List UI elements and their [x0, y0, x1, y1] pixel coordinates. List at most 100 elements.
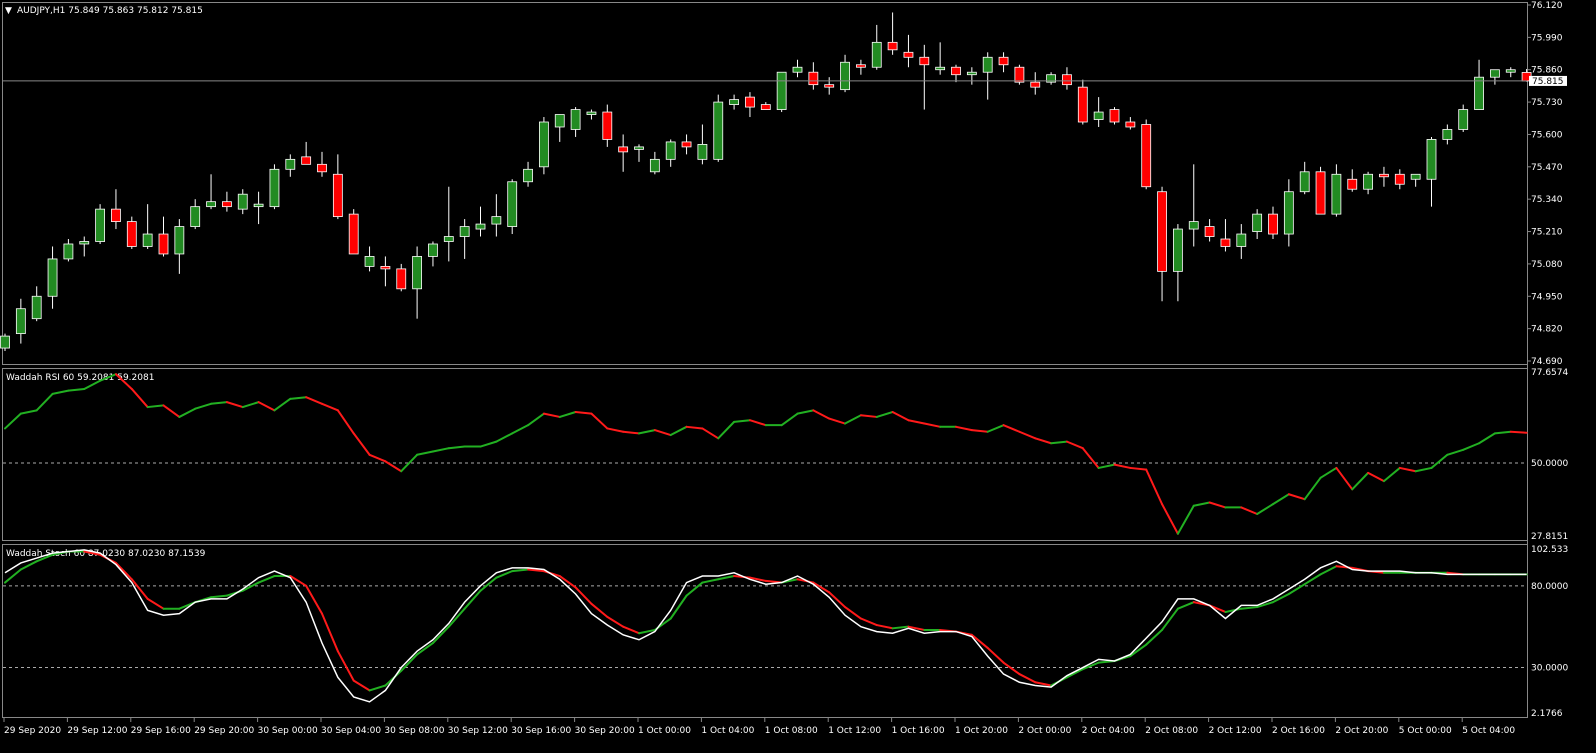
rsi-segment [479, 440, 498, 448]
rsi-pane-frame [2, 368, 1528, 541]
stoch-main-line [4, 549, 1527, 703]
candle-body [15, 308, 26, 335]
candle-body [634, 146, 644, 150]
stoch-signal-segment [685, 581, 704, 597]
stoch-signal-segment [1176, 601, 1195, 610]
stoch-signal-segment [368, 684, 387, 692]
time-tick-label: 29 Sep 16:00 [131, 726, 191, 736]
rsi-segment [1050, 440, 1068, 445]
rsi-segment [1398, 466, 1417, 473]
price-tick-label: 75.860 [1531, 66, 1563, 76]
stoch-signal-segment [622, 625, 640, 635]
candle-body [237, 193, 248, 210]
stoch-pane-frame [2, 544, 1528, 718]
rsi-layer [3, 373, 1528, 535]
price-tick-label: 76.120 [1531, 1, 1563, 11]
candle-body [539, 121, 549, 168]
candle-body [443, 236, 454, 242]
time-tick-label: 1 Oct 04:00 [701, 726, 754, 736]
stoch-signal-segment [1303, 573, 1322, 586]
time-tick-label: 2 Oct 00:00 [1018, 726, 1071, 736]
candle-body [1505, 69, 1516, 73]
collapse-triangle-icon[interactable]: ▼ [5, 6, 12, 16]
rsi-segment [1018, 430, 1037, 440]
rsi-segment [416, 450, 434, 456]
rsi-segment [257, 401, 276, 412]
rsi-segment [1478, 432, 1496, 445]
candle-body [681, 141, 692, 148]
rsi-segment [907, 419, 926, 425]
rsi-segment [1272, 493, 1290, 506]
rsi-segment [146, 404, 165, 409]
rsi-segment [717, 420, 736, 440]
candle-body [1093, 111, 1104, 120]
stoch-signal-segment [859, 617, 878, 627]
candle-body [412, 256, 423, 290]
rsi-segment [1303, 476, 1322, 501]
candle-body [586, 111, 597, 115]
candle-body [951, 66, 961, 76]
candle-body [380, 265, 391, 270]
rsi-segment [1161, 503, 1179, 535]
candle-body [523, 168, 533, 183]
rsi-axis: 77.6574 50.0000 27.8151 [1531, 368, 1568, 542]
rsi-segment [400, 453, 419, 473]
candle-body [776, 71, 787, 110]
candle-body [301, 156, 312, 165]
rsi-segment [1446, 448, 1465, 456]
time-tick-label: 30 Sep 00:00 [258, 726, 318, 736]
rsi-segment [194, 402, 213, 410]
rsi-segment [336, 409, 355, 435]
rsi-segment [511, 424, 530, 435]
symbol-info: AUDJPY,H1 75.849 75.863 75.812 75.815 [17, 6, 203, 16]
candle-body [63, 243, 74, 260]
rsi-segment [1145, 468, 1164, 506]
rsi-segment [241, 401, 260, 409]
time-axis: 29 Sep 2020 29 Sep 12:00 29 Sep 16:00 29 Se… [3, 718, 1515, 736]
candle-body [0, 335, 10, 349]
price-tick-label: 75.470 [1531, 163, 1563, 173]
candle-body [1474, 76, 1484, 110]
rsi-segment [321, 402, 339, 412]
rsi-segment [1208, 501, 1227, 509]
candle-body [602, 111, 613, 140]
candle-body [554, 114, 565, 128]
rsi-segment [1065, 440, 1084, 450]
rsi-segment [1176, 504, 1195, 535]
candle-body [174, 226, 185, 255]
candle-body [856, 64, 866, 68]
candle-body [1125, 121, 1136, 128]
candle-body [1299, 171, 1310, 193]
rsi-segment [368, 453, 387, 463]
candle-body [221, 201, 232, 208]
time-tick-label: 30 Sep 16:00 [511, 726, 571, 736]
candle-body [1204, 226, 1215, 237]
rsi-segment [130, 387, 149, 409]
stoch-signal-segment [1065, 668, 1084, 679]
stoch-tick-label: 102.533 [1531, 545, 1568, 555]
rsi-segment [1129, 466, 1148, 471]
candle-body [649, 158, 660, 173]
candle-body [840, 61, 850, 91]
candle-body [1331, 173, 1342, 215]
candle-body [1315, 171, 1326, 215]
rsi-segment [1382, 466, 1401, 483]
time-tick-label: 30 Sep 04:00 [321, 726, 381, 736]
rsi-tick-label: 77.6574 [1531, 368, 1568, 378]
stoch-signal-segment [431, 625, 450, 645]
candle-body [697, 144, 708, 160]
candle-body [935, 66, 946, 71]
time-tick-label: 1 Oct 00:00 [638, 726, 691, 736]
candle-body [1014, 66, 1025, 83]
stoch-signal-segment [717, 575, 736, 581]
time-tick-label: 30 Sep 08:00 [384, 726, 444, 736]
stoch-signal-segment [321, 612, 339, 653]
time-tick-label: 2 Oct 08:00 [1145, 726, 1198, 736]
trading-chart[interactable]: ▼ AUDJPY,H1 75.849 75.863 75.812 75.815 … [0, 0, 1596, 753]
price-tick-label: 75.600 [1531, 130, 1563, 140]
rsi-segment [844, 414, 862, 425]
rsi-segment [1493, 430, 1512, 435]
candle-body [285, 158, 296, 170]
rsi-segment [622, 430, 640, 435]
stoch-tick-label: 30.0000 [1531, 664, 1568, 674]
